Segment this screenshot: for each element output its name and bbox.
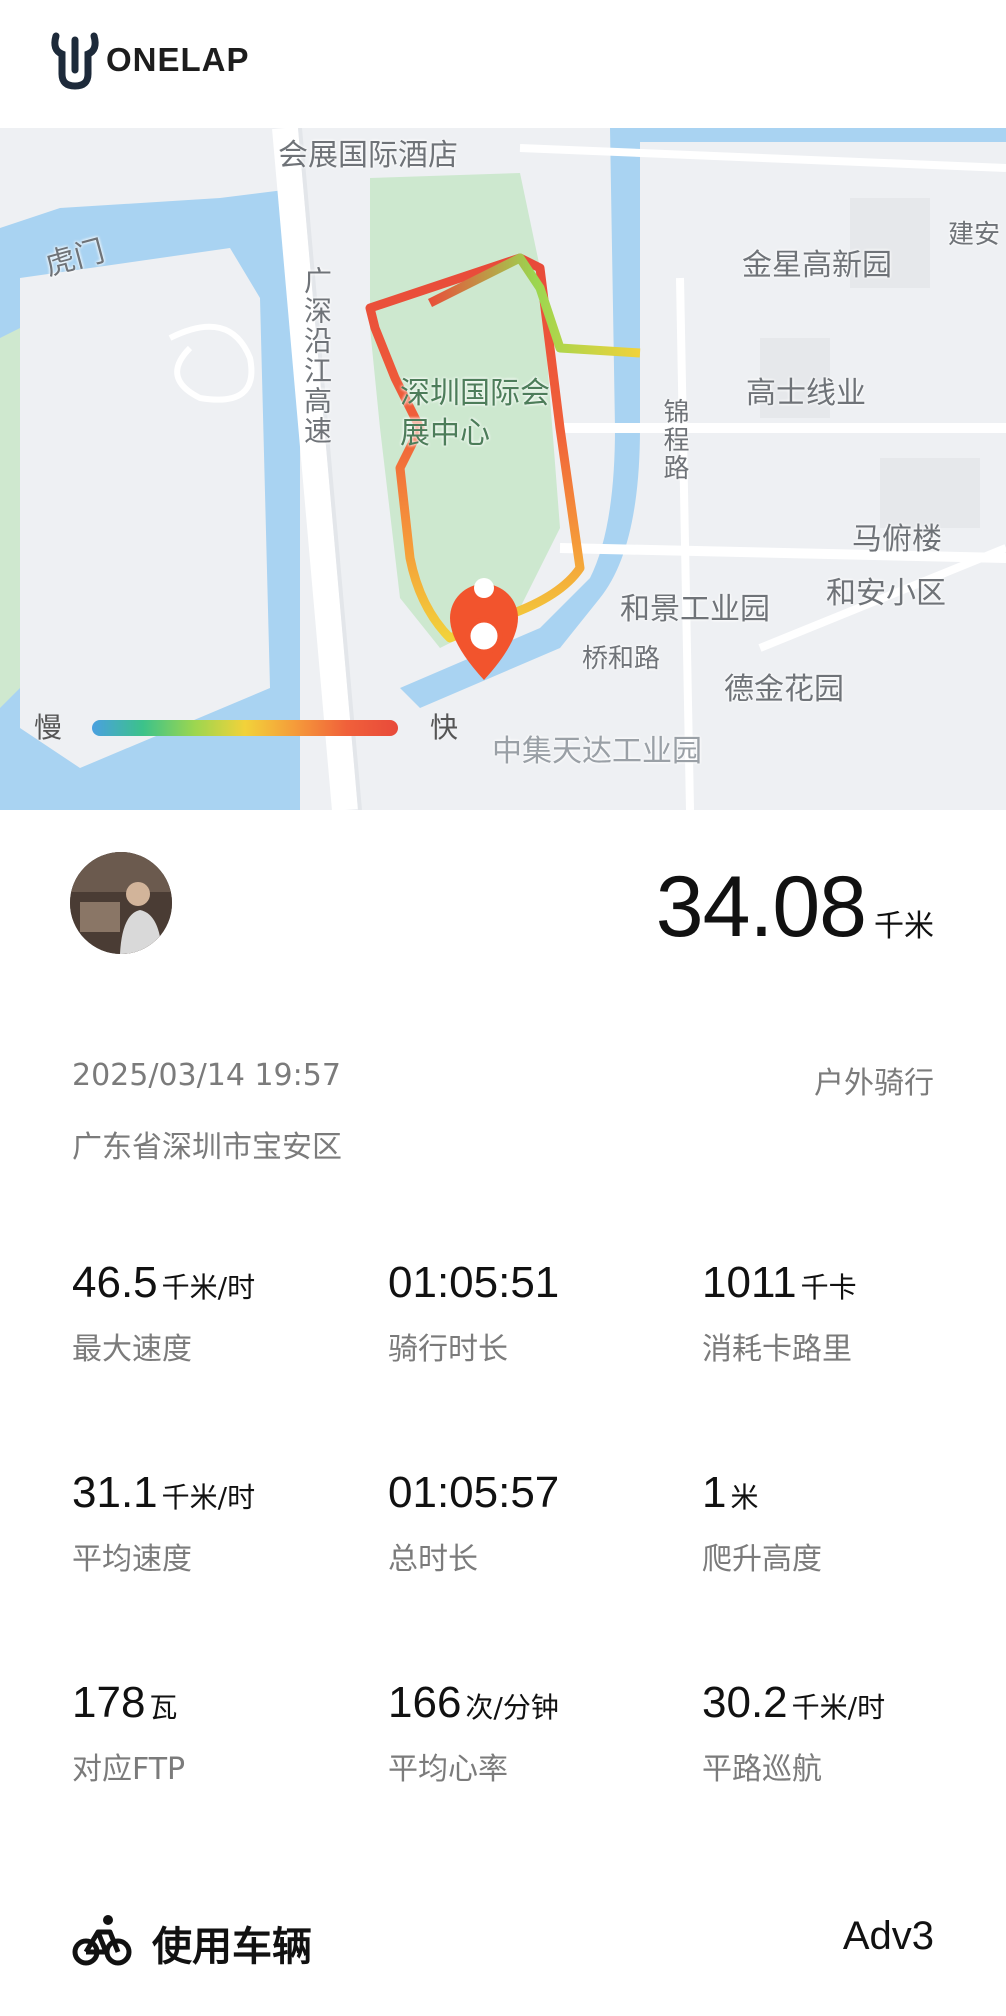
stat-unit: 千卡 — [800, 1271, 857, 1304]
speed-legend-slow: 慢 — [34, 711, 63, 744]
map-label-zhongji: 中集天达工业园 — [492, 734, 702, 769]
map-label-jincheng-road: 锦程路 — [659, 398, 689, 482]
route-map[interactable]: 会展国际酒店 虎门 广深沿江高速 深圳国际会展中心 金星高新园 建安 高士线业 … — [0, 128, 1006, 810]
stat-value: 166 — [388, 1678, 462, 1727]
bicycle-icon — [72, 1915, 132, 1966]
map-label-exhibition-center: 深圳国际会展中心 — [400, 376, 550, 451]
stat-label: 消耗卡路里 — [702, 1332, 852, 1367]
stat-ride-duration: 01:05:51 骑行时长 — [388, 1258, 688, 1368]
stat-avg-speed: 31.1 千米/时 平均速度 — [72, 1468, 372, 1578]
stat-value: 01:05:57 — [388, 1468, 560, 1517]
stat-unit: 千米/时 — [161, 1481, 256, 1514]
stat-value: 1011 — [702, 1258, 797, 1307]
map-canvas — [0, 128, 1006, 810]
total-distance: 34.08 千米 — [656, 858, 934, 957]
vehicle-name[interactable]: Adv3 — [843, 1914, 934, 1959]
stat-unit: 千米/时 — [161, 1271, 256, 1304]
stat-label: 平均心率 — [388, 1752, 508, 1787]
stat-ftp: 178 瓦 对应FTP — [72, 1678, 372, 1788]
vehicle-row[interactable]: 使用车辆 Adv3 — [0, 1900, 1006, 1984]
stat-label: 平路巡航 — [702, 1752, 822, 1787]
stat-value: 46.5 — [72, 1258, 158, 1307]
map-label-mafulou: 马俯楼 — [852, 522, 942, 557]
logo-text: ONELAP — [106, 41, 250, 78]
stat-unit: 米 — [730, 1481, 759, 1514]
stat-total-duration: 01:05:57 总时长 — [388, 1468, 688, 1578]
activity-type: 户外骑行 — [814, 1066, 934, 1101]
user-avatar[interactable] — [70, 852, 172, 954]
map-label-hotel: 会展国际酒店 — [278, 138, 458, 173]
map-label-jian-an: 建安 — [948, 220, 1001, 250]
map-label-hejing: 和景工业园 — [620, 592, 770, 627]
stat-label: 平均速度 — [72, 1542, 192, 1577]
distance-value: 34.08 — [655, 859, 867, 955]
distance-unit: 千米 — [874, 909, 934, 944]
app-header: ONELAP — [0, 0, 1006, 128]
map-label-jinxing: 金星高新园 — [742, 248, 892, 283]
stat-value: 30.2 — [702, 1678, 788, 1727]
stat-unit: 瓦 — [149, 1691, 178, 1724]
stat-flat-cruise: 30.2 千米/时 平路巡航 — [702, 1678, 1002, 1788]
onelap-logo: ONELAP — [48, 30, 250, 90]
stat-max-speed: 46.5 千米/时 最大速度 — [72, 1258, 372, 1368]
vehicle-label: 使用车辆 — [152, 1924, 312, 1970]
speed-legend-fast: 快 — [430, 711, 459, 744]
activity-location: 广东省深圳市宝安区 — [72, 1130, 342, 1165]
stat-value: 1 — [702, 1468, 727, 1517]
stat-value: 178 — [72, 1678, 146, 1727]
onelap-logo-icon — [51, 32, 99, 90]
stat-unit: 千米/时 — [791, 1691, 886, 1724]
activity-datetime: 2025/03/14 19:57 — [72, 1058, 341, 1093]
stat-avg-heart-rate: 166 次/分钟 平均心率 — [388, 1678, 688, 1788]
map-label-qiaohe-road: 桥和路 — [582, 644, 661, 674]
stat-elevation-gain: 1米 爬升高度 — [702, 1468, 1002, 1578]
speed-legend-bar — [92, 720, 398, 736]
stat-value: 31.1 — [72, 1468, 158, 1517]
stat-label: 骑行时长 — [388, 1332, 508, 1367]
stat-label: 总时长 — [388, 1542, 478, 1577]
map-label-gaoshi: 高士线业 — [746, 376, 866, 411]
stat-label: 爬升高度 — [702, 1542, 822, 1577]
map-label-dejin: 德金花园 — [724, 672, 844, 707]
stat-label: 对应FTP — [72, 1752, 186, 1787]
map-label-expressway: 广深沿江高速 — [300, 266, 333, 446]
stat-value: 01:05:51 — [388, 1258, 560, 1307]
stat-label: 最大速度 — [72, 1332, 192, 1367]
stat-calories: 1011 千卡 消耗卡路里 — [702, 1258, 1002, 1368]
map-label-hean: 和安小区 — [826, 576, 946, 611]
stat-unit: 次/分钟 — [465, 1691, 559, 1724]
avatar-image — [70, 852, 172, 954]
